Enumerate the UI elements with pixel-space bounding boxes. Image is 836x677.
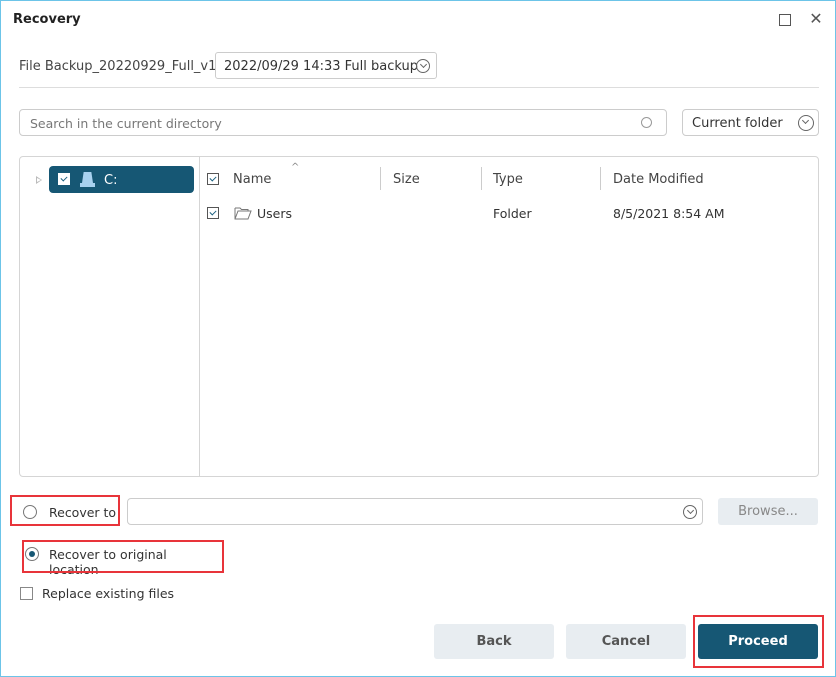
recover-to-radio[interactable] — [23, 505, 37, 519]
cancel-button[interactable]: Cancel — [566, 624, 686, 659]
select-all-checkbox[interactable] — [207, 173, 219, 185]
divider — [19, 87, 819, 88]
chevron-down-icon — [798, 115, 814, 131]
recover-to-label: Recover to — [49, 505, 117, 520]
column-separator[interactable] — [380, 167, 381, 190]
chevron-down-icon — [416, 59, 430, 73]
proceed-button[interactable]: Proceed — [698, 624, 818, 659]
maximize-icon[interactable] — [777, 12, 793, 28]
backup-name-label: File Backup_20220929_Full_v1 — [19, 59, 217, 74]
column-separator[interactable] — [600, 167, 601, 190]
destination-path-dropdown[interactable] — [127, 498, 703, 525]
file-browser-panel: C: Name ^ Size Type Date Modified Users … — [19, 156, 819, 477]
replace-existing-option[interactable]: Replace existing files — [20, 586, 180, 604]
folder-icon — [234, 207, 252, 220]
dialog-title: Recovery — [13, 12, 81, 27]
row-checkbox[interactable] — [207, 207, 219, 219]
search-scope-value: Current folder — [692, 116, 783, 131]
expand-arrow-icon[interactable] — [36, 176, 42, 184]
original-location-option[interactable]: Recover to original location — [25, 546, 215, 577]
back-button[interactable]: Back — [434, 624, 554, 659]
search-icon[interactable] — [641, 117, 652, 128]
original-location-radio[interactable] — [25, 547, 39, 561]
row-type: Folder — [493, 206, 532, 221]
sort-ascending-icon: ^ — [291, 162, 300, 173]
table-row[interactable]: Users Folder 8/5/2021 8:54 AM — [200, 195, 818, 233]
column-header-size[interactable]: Size — [393, 172, 420, 187]
browse-button[interactable]: Browse... — [718, 498, 818, 525]
recovery-dialog: Recovery ✕ File Backup_20220929_Full_v1 … — [0, 0, 836, 677]
replace-existing-label: Replace existing files — [42, 586, 175, 601]
folder-tree: C: — [20, 157, 200, 476]
row-name: Users — [257, 206, 293, 221]
chevron-down-icon — [683, 505, 697, 519]
drive-icon — [80, 172, 95, 187]
replace-existing-checkbox[interactable] — [20, 587, 33, 600]
original-location-label: Recover to original location — [49, 547, 167, 577]
recover-to-option[interactable]: Recover to — [23, 504, 118, 522]
tree-item-label: C: — [104, 173, 118, 188]
tree-item-checkbox[interactable] — [58, 173, 70, 185]
column-header-date-modified[interactable]: Date Modified — [613, 172, 704, 187]
row-date-modified: 8/5/2021 8:54 AM — [613, 206, 725, 221]
backup-version-dropdown[interactable]: 2022/09/29 14:33 Full backup — [215, 52, 437, 79]
column-header-type[interactable]: Type — [493, 172, 523, 187]
file-list: Name ^ Size Type Date Modified Users Fol… — [200, 157, 818, 476]
search-input[interactable]: Search in the current directory — [19, 109, 667, 136]
search-scope-dropdown[interactable]: Current folder — [682, 109, 819, 136]
backup-version-value: 2022/09/29 14:33 Full backup — [224, 59, 419, 74]
search-placeholder: Search in the current directory — [30, 116, 222, 131]
column-separator[interactable] — [481, 167, 482, 190]
tree-item-c-drive[interactable]: C: — [49, 166, 194, 193]
column-header-name[interactable]: Name — [233, 172, 271, 187]
close-icon[interactable]: ✕ — [808, 11, 824, 27]
